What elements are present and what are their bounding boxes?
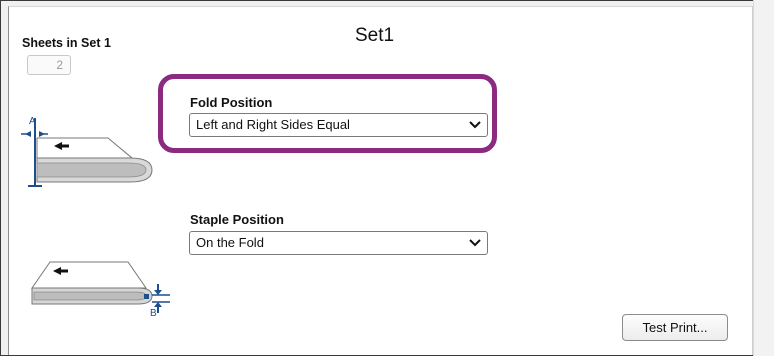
sheets-count-field[interactable]: 2	[27, 55, 71, 75]
staple-position-value: On the Fold	[196, 235, 264, 250]
sheets-in-set-label: Sheets in Set 1	[22, 36, 111, 50]
set-title: Set1	[355, 25, 395, 46]
fold-position-highlight	[158, 74, 497, 153]
test-print-button[interactable]: Test Print...	[622, 314, 728, 341]
staple-illustration-icon: B	[31, 261, 170, 319]
right-side-strip	[753, 0, 774, 356]
chevron-down-icon	[469, 239, 481, 247]
fold-illustration-icon: A	[21, 116, 153, 187]
staple-marker-label: B	[150, 308, 157, 319]
staple-position-dropdown[interactable]: On the Fold	[189, 231, 488, 255]
staple-position-label: Staple Position	[190, 212, 284, 227]
fold-marker-label: A	[29, 116, 36, 127]
